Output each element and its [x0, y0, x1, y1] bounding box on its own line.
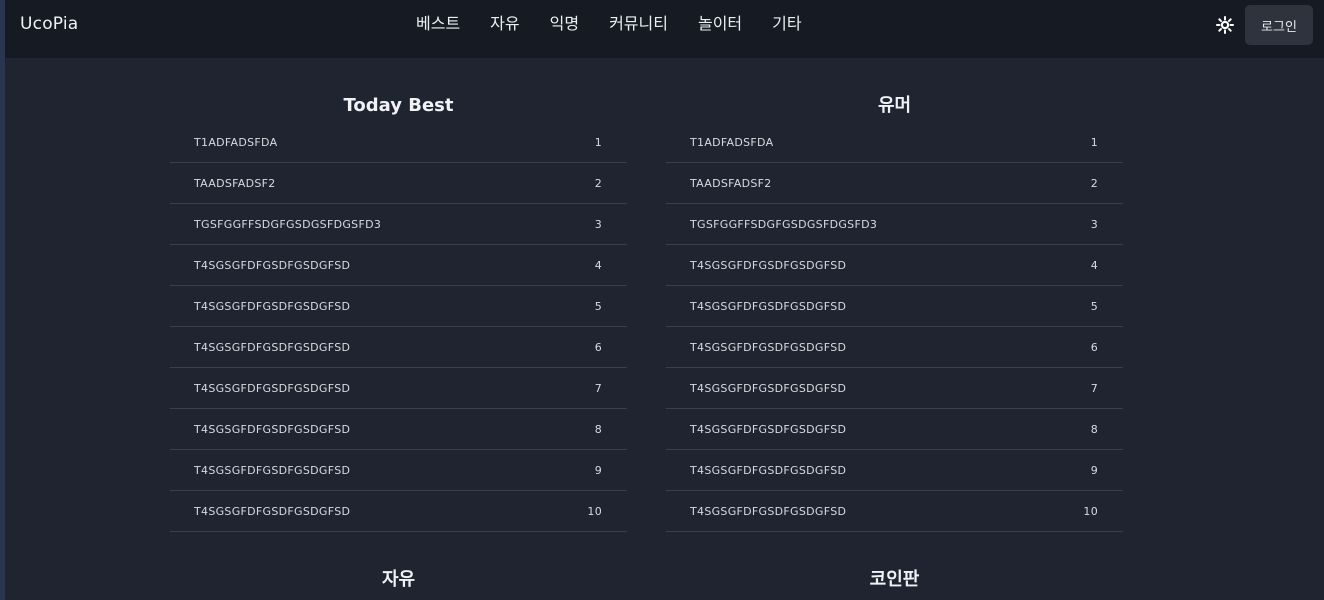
post-list: T1ADFADSFDA 1 TAADSFADSF2 2 TGSFGGFFSDGFGS…: [170, 122, 627, 532]
post-rank: 4: [594, 258, 602, 272]
post-title: T4SGSGFDFGSDFGSDGFSD: [194, 381, 351, 395]
post-title: T4SGSGFDFGSDFGSDGFSD: [194, 299, 351, 313]
post-rank: 4: [1090, 258, 1098, 272]
post-title: T4SGSGFDFGSDFGSDGFSD: [194, 258, 351, 272]
list-item[interactable]: T4SGSGFDFGSDFGSDGFSD 10: [666, 491, 1123, 532]
post-title: T4SGSGFDFGSDFGSDGFSD: [194, 504, 351, 518]
post-title: T4SGSGFDFGSDFGSDGFSD: [194, 340, 351, 354]
login-button[interactable]: 로그인: [1245, 5, 1313, 45]
list-item[interactable]: TGSFGGFFSDGFGSDGSFDGSFD3 3: [666, 204, 1123, 245]
post-title: T4SGSGFDFGSDFGSDGFSD: [690, 299, 847, 313]
post-title: TGSFGGFFSDGFGSDGSFDGSFD3: [690, 217, 878, 231]
post-rank: 6: [1090, 340, 1098, 354]
post-rank: 9: [1090, 463, 1098, 477]
post-rank: 3: [1090, 217, 1098, 231]
nav-item-anonymous[interactable]: 익명: [550, 12, 579, 36]
post-rank: 9: [594, 463, 602, 477]
top-navbar: UcoPia 베스트 자유 익명 커뮤니티 놀이터 기타 로그인: [5, 0, 1324, 58]
board-coin: 코인판: [666, 564, 1123, 596]
post-title: T4SGSGFDFGSDFGSDGFSD: [690, 504, 847, 518]
board-today-best: Today Best T1ADFADSFDA 1 TAADSFADSF2 2 TGS…: [170, 90, 627, 532]
list-item[interactable]: TAADSFADSF2 2: [666, 163, 1123, 204]
post-title: TAADSFADSF2: [194, 176, 276, 190]
post-list: T1ADFADSFDA 1 TAADSFADSF2 2 TGSFGGFFSDGFGS…: [666, 122, 1123, 532]
post-rank: 1: [594, 135, 602, 149]
list-item[interactable]: T4SGSGFDFGSDFGSDGFSD 8: [170, 409, 627, 450]
post-title: T4SGSGFDFGSDFGSDGFSD: [690, 258, 847, 272]
post-rank: 8: [1090, 422, 1098, 436]
post-title: T1ADFADSFDA: [690, 135, 774, 149]
nav-item-community[interactable]: 커뮤니티: [609, 12, 668, 36]
window-edge: [0, 0, 5, 600]
nav-item-playground[interactable]: 놀이터: [698, 12, 742, 36]
post-rank: 1: [1090, 135, 1098, 149]
post-title: T4SGSGFDFGSDFGSDGFSD: [194, 422, 351, 436]
post-title: T4SGSGFDFGSDFGSDGFSD: [690, 463, 847, 477]
post-rank: 7: [1090, 381, 1098, 395]
post-rank: 2: [1090, 176, 1098, 190]
post-rank: 5: [594, 299, 602, 313]
list-item[interactable]: T4SGSGFDFGSDFGSDGFSD 6: [170, 327, 627, 368]
post-rank: 5: [1090, 299, 1098, 313]
post-title: T4SGSGFDFGSDFGSDGFSD: [690, 422, 847, 436]
list-item[interactable]: TGSFGGFFSDGFGSDGSFDGSFD3 3: [170, 204, 627, 245]
post-rank: 2: [594, 176, 602, 190]
post-rank: 10: [1083, 504, 1098, 518]
post-title: T1ADFADSFDA: [194, 135, 278, 149]
nav-item-free[interactable]: 자유: [490, 12, 519, 36]
post-title: TAADSFADSF2: [690, 176, 772, 190]
post-title: T4SGSGFDFGSDFGSDGFSD: [690, 381, 847, 395]
post-rank: 6: [594, 340, 602, 354]
nav-item-etc[interactable]: 기타: [772, 12, 801, 36]
list-item[interactable]: T4SGSGFDFGSDFGSDGFSD 7: [170, 368, 627, 409]
sun-icon[interactable]: [1216, 16, 1234, 34]
board-humor: 유머 T1ADFADSFDA 1 TAADSFADSF2 2 TGSFGGFFSDG…: [666, 90, 1123, 532]
list-item[interactable]: T4SGSGFDFGSDFGSDGFSD 7: [666, 368, 1123, 409]
list-item[interactable]: T4SGSGFDFGSDFGSDGFSD 9: [170, 450, 627, 491]
list-item[interactable]: T4SGSGFDFGSDFGSDGFSD 5: [666, 286, 1123, 327]
post-title: T4SGSGFDFGSDFGSDGFSD: [194, 463, 351, 477]
list-item[interactable]: T4SGSGFDFGSDFGSDGFSD 4: [170, 245, 627, 286]
post-rank: 8: [594, 422, 602, 436]
main-nav: 베스트 자유 익명 커뮤니티 놀이터 기타: [416, 12, 832, 36]
board-title: 유머: [877, 95, 912, 116]
list-item[interactable]: T4SGSGFDFGSDFGSDGFSD 9: [666, 450, 1123, 491]
board-title: 자유: [381, 569, 416, 590]
nav-item-best[interactable]: 베스트: [416, 12, 460, 36]
list-item[interactable]: T4SGSGFDFGSDFGSDGFSD 5: [170, 286, 627, 327]
board-title: Today Best: [343, 95, 454, 116]
list-item[interactable]: TAADSFADSF2 2: [170, 163, 627, 204]
list-item[interactable]: T4SGSGFDFGSDFGSDGFSD 8: [666, 409, 1123, 450]
post-title: TGSFGGFFSDGFGSDGSFDGSFD3: [194, 217, 382, 231]
post-rank: 7: [594, 381, 602, 395]
board-free: 자유: [170, 564, 627, 596]
list-item[interactable]: T4SGSGFDFGSDFGSDGFSD 10: [170, 491, 627, 532]
list-item[interactable]: T1ADFADSFDA 1: [666, 122, 1123, 163]
list-item[interactable]: T4SGSGFDFGSDFGSDGFSD 4: [666, 245, 1123, 286]
post-title: T4SGSGFDFGSDFGSDGFSD: [690, 340, 847, 354]
post-rank: 3: [594, 217, 602, 231]
post-rank: 10: [587, 504, 602, 518]
board-title: 코인판: [869, 569, 920, 590]
brand-logo[interactable]: UcoPia: [20, 14, 78, 34]
list-item[interactable]: T1ADFADSFDA 1: [170, 122, 627, 163]
list-item[interactable]: T4SGSGFDFGSDFGSDGFSD 6: [666, 327, 1123, 368]
